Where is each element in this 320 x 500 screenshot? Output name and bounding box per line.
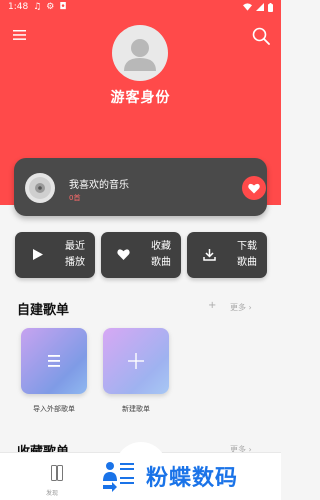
play-icon <box>33 249 43 260</box>
collected-songs-button[interactable]: 收藏歌曲 <box>101 232 181 278</box>
recent-play-label: 最近播放 <box>65 241 85 268</box>
heart-icon <box>117 249 130 260</box>
music-note-icon: ♫ <box>33 2 42 12</box>
add-playlist-button[interactable]: + <box>208 300 216 311</box>
discover-tab-icon[interactable] <box>51 465 63 481</box>
disc-icon <box>25 173 55 203</box>
status-bar: 1:48 ♫ ⚙ ◘ <box>0 0 281 14</box>
download-icon <box>203 249 216 261</box>
wifi-icon <box>243 3 252 11</box>
watermark-logo-icon <box>103 462 134 492</box>
plus-icon <box>128 353 144 369</box>
battery-icon <box>268 2 273 12</box>
avatar[interactable] <box>112 25 168 81</box>
user-icon <box>124 39 156 71</box>
import-playlist-tile[interactable] <box>21 328 87 394</box>
watermark: 粉蝶数码 <box>100 455 280 497</box>
list-icon <box>48 355 60 367</box>
status-time: 1:48 <box>8 2 29 12</box>
download-songs-button[interactable]: 下载歌曲 <box>187 232 267 278</box>
notification-icon: ◘ <box>59 2 67 12</box>
import-playlist-label: 导入外部歌单 <box>33 405 75 413</box>
collected-songs-label: 收藏歌曲 <box>151 241 171 268</box>
username[interactable]: 游客身份 <box>0 87 281 107</box>
favorite-heart-button[interactable] <box>242 176 266 200</box>
recent-play-button[interactable]: 最近播放 <box>15 232 95 278</box>
search-icon[interactable] <box>252 27 270 45</box>
favorites-card[interactable]: 我喜欢的音乐 0首 <box>14 158 267 216</box>
created-playlists-title: 自建歌单 <box>17 303 70 318</box>
created-playlists-more-link[interactable]: 更多 › <box>230 302 252 313</box>
menu-icon[interactable] <box>13 28 27 42</box>
signal-icon <box>256 3 264 11</box>
discover-tab-label[interactable]: 发现 <box>46 488 58 497</box>
heart-icon <box>248 183 260 193</box>
new-playlist-label: 新建歌单 <box>122 405 150 413</box>
settings-icon: ⚙ <box>46 2 55 12</box>
download-songs-label: 下载歌曲 <box>237 241 257 268</box>
favorites-count: 0首 <box>69 194 81 202</box>
new-playlist-tile[interactable] <box>103 328 169 394</box>
watermark-text: 粉蝶数码 <box>146 466 239 491</box>
favorites-title: 我喜欢的音乐 <box>69 180 129 191</box>
